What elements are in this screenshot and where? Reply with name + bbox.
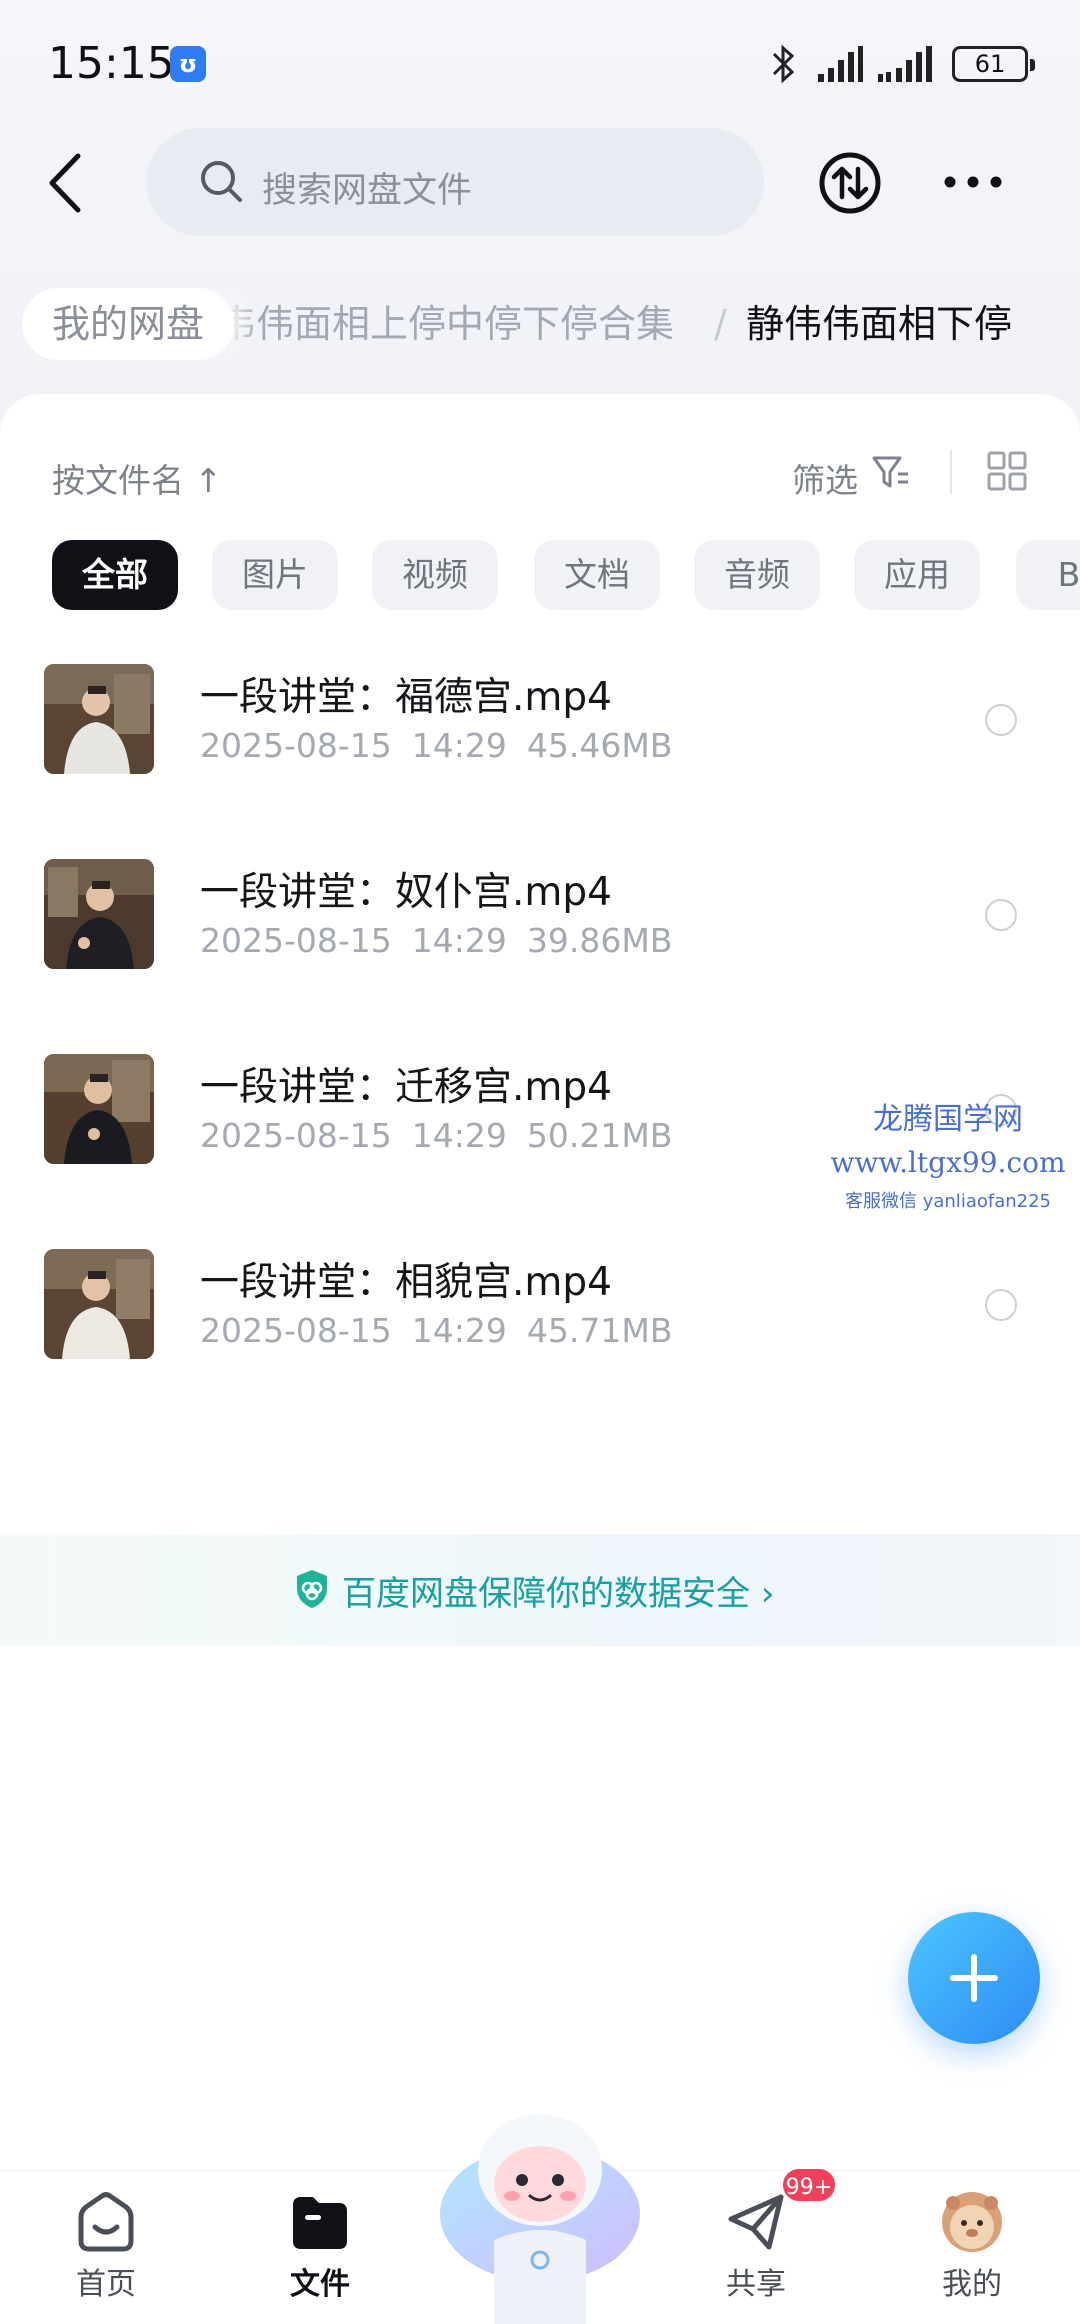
chip-images[interactable]: 图片 — [212, 540, 338, 610]
watermark-title: 龙腾国学网 — [873, 1102, 1023, 1137]
file-size: 39.86MB — [526, 921, 673, 960]
file-time: 14:29 — [411, 1116, 507, 1155]
sort-button[interactable]: 按文件名 ↑ — [52, 454, 222, 502]
watermark-url: www.ltgx99.com — [830, 1146, 1066, 1179]
home-icon — [78, 2192, 134, 2252]
file-row[interactable]: 一段讲堂：相貌宫.mp4 2025-08-15 14:29 45.71MB — [0, 1229, 1080, 1399]
sort-arrow-icon: ↑ — [194, 461, 223, 500]
assistant-mascot-icon[interactable] — [436, 2110, 644, 2324]
file-name: 一段讲堂：迁移宫.mp4 — [200, 1065, 612, 1110]
add-button[interactable] — [908, 1912, 1040, 2044]
select-radio[interactable] — [985, 1289, 1017, 1321]
security-banner[interactable]: 百度网盘保障你的数据安全 › — [0, 1534, 1080, 1646]
avatar — [942, 2192, 1002, 2252]
nav-share-label: 共享 — [726, 2267, 786, 2302]
chevron-right-icon: › — [760, 1574, 775, 1614]
search-input[interactable]: 搜索网盘文件 — [146, 128, 764, 236]
chip-bt[interactable]: BT — [1016, 540, 1080, 610]
chip-audio[interactable]: 音频 — [694, 540, 820, 610]
file-name: 一段讲堂：奴仆宫.mp4 — [200, 870, 612, 915]
nav-home-label: 首页 — [76, 2267, 136, 2302]
nav-share[interactable]: 共享 — [696, 2189, 816, 2319]
file-meta: 2025-08-15 14:29 50.21MB — [200, 1116, 692, 1155]
security-text: 百度网盘保障你的数据安全 › — [342, 1566, 774, 1615]
nav-home[interactable]: 首页 — [46, 2189, 166, 2319]
select-radio[interactable] — [985, 704, 1017, 736]
filter-icon[interactable] — [870, 452, 912, 492]
video-thumbnail — [44, 664, 154, 774]
status-bar: 15:15 ʊ 61 — [0, 0, 1080, 130]
file-date: 2025-08-15 — [200, 1311, 392, 1350]
video-thumbnail — [44, 859, 154, 969]
nav-me[interactable]: 我的 — [912, 2189, 1032, 2319]
nav-files[interactable]: 文件 — [260, 2189, 380, 2319]
plus-icon — [950, 1954, 998, 2002]
filter-button[interactable]: 筛选 — [792, 454, 858, 502]
file-size: 45.71MB — [526, 1311, 673, 1350]
bluetooth-icon — [772, 44, 795, 84]
paper-plane-icon — [728, 2194, 784, 2250]
search-placeholder: 搜索网盘文件 — [262, 171, 473, 211]
nav-files-label: 文件 — [290, 2267, 350, 2302]
watermark-contact: 客服微信 yanliaofan225 — [845, 1191, 1051, 1212]
video-thumbnail — [44, 1054, 154, 1164]
file-date: 2025-08-15 — [200, 1116, 392, 1155]
chip-apps[interactable]: 应用 — [854, 540, 980, 610]
file-name: 一段讲堂：福德宫.mp4 — [200, 675, 612, 720]
breadcrumb-current: 静伟伟面相下停 — [746, 302, 1013, 346]
file-date: 2025-08-15 — [200, 726, 392, 765]
grid-view-icon[interactable] — [986, 450, 1028, 492]
chip-videos[interactable]: 视频 — [372, 540, 498, 610]
transfer-list-icon[interactable] — [818, 151, 882, 215]
file-meta: 2025-08-15 14:29 45.46MB — [200, 726, 692, 765]
search-icon — [201, 161, 242, 202]
breadcrumb-root[interactable]: 我的网盘 — [22, 288, 235, 360]
folder-icon — [293, 2197, 347, 2249]
breadcrumb-parent[interactable]: 韦伟面相上停中停下停合集 — [218, 288, 674, 360]
app-notification-icon: ʊ — [170, 46, 206, 82]
breadcrumb-separator: / — [714, 302, 727, 346]
shield-icon — [297, 1570, 327, 1608]
file-time: 14:29 — [411, 921, 507, 960]
category-chips: 全部 图片 视频 文档 音频 应用 BT — [0, 540, 1080, 612]
select-radio[interactable] — [985, 899, 1017, 931]
file-meta: 2025-08-15 14:29 39.86MB — [200, 921, 692, 960]
file-row[interactable]: 一段讲堂：福德宫.mp4 2025-08-15 14:29 45.46MB — [0, 644, 1080, 814]
sort-label: 按文件名 — [52, 461, 184, 500]
file-list-panel: 按文件名 ↑ 筛选 全部 图片 视频 文档 音频 应用 BT 一段讲堂：福德宫.… — [0, 394, 1080, 2174]
signal-icon-secondary — [878, 46, 932, 82]
breadcrumb: 我的网盘 韦伟面相上停中停下停合集 / 静伟伟面相下停 — [0, 288, 1080, 368]
file-row[interactable]: 一段讲堂：奴仆宫.mp4 2025-08-15 14:29 39.86MB — [0, 839, 1080, 1009]
video-thumbnail — [44, 1249, 154, 1359]
toolbar-divider — [950, 450, 952, 494]
chip-documents[interactable]: 文档 — [534, 540, 660, 610]
file-meta: 2025-08-15 14:29 45.71MB — [200, 1311, 692, 1350]
file-date: 2025-08-15 — [200, 921, 392, 960]
file-size: 50.21MB — [526, 1116, 673, 1155]
file-size: 45.46MB — [526, 726, 673, 765]
signal-icon — [818, 46, 863, 82]
nav-me-label: 我的 — [942, 2267, 1002, 2302]
watermark: 龙腾国学网 www.ltgx99.com 客服微信 yanliaofan225 — [828, 1094, 1068, 1213]
more-options-icon[interactable] — [942, 168, 1004, 196]
file-time: 14:29 — [411, 1311, 507, 1350]
security-label: 百度网盘保障你的数据安全 — [342, 1574, 750, 1614]
back-arrow-icon[interactable] — [42, 150, 88, 216]
status-time: 15:15 — [48, 38, 175, 89]
file-time: 14:29 — [411, 726, 507, 765]
file-name: 一段讲堂：相貌宫.mp4 — [200, 1260, 612, 1305]
battery-indicator: 61 — [952, 46, 1035, 82]
share-badge: 99+ — [780, 2166, 838, 2204]
chip-all[interactable]: 全部 — [52, 540, 178, 610]
